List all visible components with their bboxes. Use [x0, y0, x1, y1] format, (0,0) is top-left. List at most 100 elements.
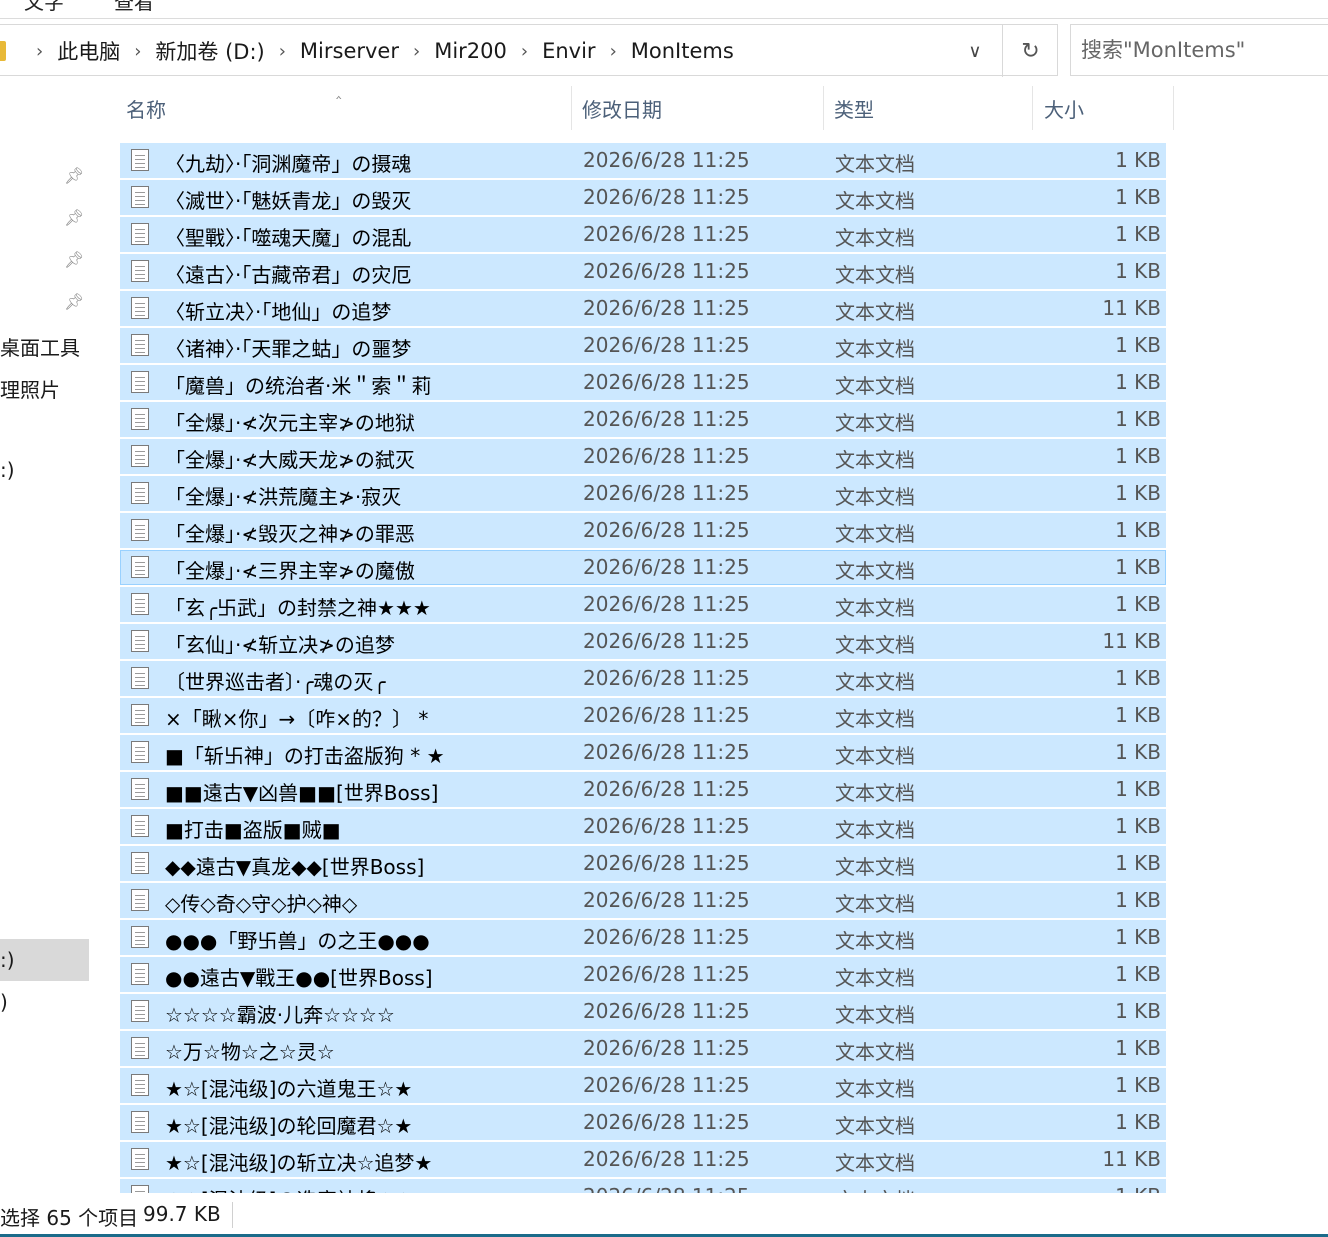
file-date: 2026/6/28 11:25 — [583, 370, 750, 394]
file-date: 2026/6/28 11:25 — [583, 444, 750, 468]
pin-icon[interactable]: 📌︎ — [64, 208, 84, 228]
address-bar[interactable]: › 此电脑 › 新加卷 (D:) › Mirserver › Mir200 › … — [0, 24, 1058, 77]
file-row[interactable]: ★☆[混沌级]の轮回魔君☆★ 2026/6/28 11:25 文本文档 1 KB — [120, 1105, 1166, 1140]
file-name: 「全爆」·≮洪荒魔主≯·寂灭 — [165, 485, 402, 509]
text-file-icon — [131, 852, 149, 874]
text-file-icon — [131, 593, 149, 615]
nav-item-photos[interactable]: 理照片 — [0, 374, 60, 403]
column-header-size[interactable]: 大小 — [1044, 86, 1174, 130]
search-input[interactable] — [1071, 25, 1323, 75]
file-size: 1 KB — [1115, 703, 1161, 727]
column-header-date[interactable]: 修改日期 — [582, 86, 822, 130]
pin-icon[interactable]: 📌︎ — [64, 292, 84, 312]
file-date: 2026/6/28 11:25 — [583, 296, 750, 320]
text-file-icon — [131, 223, 149, 245]
breadcrumb-envir[interactable]: Envir — [542, 39, 595, 63]
file-list[interactable]: 〈九劫〉·「洞渊魔帝」の摄魂 2026/6/28 11:25 文本文档 1 KB 〈滅世… — [120, 143, 1168, 1193]
breadcrumb-this-pc[interactable]: 此电脑 — [57, 36, 120, 66]
chevron-right-icon[interactable]: › — [521, 41, 528, 62]
file-row[interactable]: 〔世界巡击者〕·╭魂の灭╭ 2026/6/28 11:25 文本文档 1 KB — [120, 661, 1166, 696]
file-row[interactable]: 〈聖戰〉·「噬魂天魔」の混乱 2026/6/28 11:25 文本文档 1 KB — [120, 217, 1166, 252]
file-row[interactable]: ■打击■盗版■贼■ 2026/6/28 11:25 文本文档 1 KB — [120, 809, 1166, 844]
file-name: ■■遠古▼凶兽■■[世界Boss] — [165, 781, 439, 805]
file-type: 文本文档 — [835, 337, 915, 361]
breadcrumb-mir200[interactable]: Mir200 — [434, 39, 507, 63]
file-type: 文本文档 — [835, 855, 915, 879]
file-type: 文本文档 — [835, 374, 915, 398]
file-row[interactable]: 「魔兽」の统治者·米＂索＂莉 2026/6/28 11:25 文本文档 1 KB — [120, 365, 1166, 400]
file-size: 1 KB — [1115, 518, 1161, 542]
chevron-right-icon[interactable]: › — [36, 41, 43, 62]
search-box[interactable] — [1070, 24, 1328, 76]
file-name: 「全爆」·≮次元主宰≯の地狱 — [165, 411, 415, 435]
chevron-right-icon[interactable]: › — [134, 41, 141, 62]
file-row[interactable]: ×「瞅×你」→〔咋×的？〕 * 2026/6/28 11:25 文本文档 1 KB — [120, 698, 1166, 733]
file-type: 文本文档 — [835, 263, 915, 287]
pin-icon[interactable]: 📌︎ — [64, 166, 84, 186]
menu-bar: 文字 查看 — [0, 0, 1328, 19]
file-row[interactable]: 〈遠古〉·「古藏帝君」の灾厄 2026/6/28 11:25 文本文档 1 KB — [120, 254, 1166, 289]
chevron-right-icon[interactable]: › — [413, 41, 420, 62]
file-name: ■打击■盗版■贼■ — [165, 818, 341, 842]
file-row[interactable]: 「玄仙」·≮斩立决≯の追梦 2026/6/28 11:25 文本文档 11 KB — [120, 624, 1166, 659]
file-row[interactable]: ★☆[混沌级]の斩立决☆追梦★ 2026/6/28 11:25 文本文档 11 KB — [120, 1142, 1166, 1177]
file-row[interactable]: ★☆[混沌级]の造魔神将☆★ 2026/6/28 11:25 文本文档 1 KB — [120, 1179, 1166, 1193]
file-row[interactable]: ■■遠古▼凶兽■■[世界Boss] 2026/6/28 11:25 文本文档 1 KB — [120, 772, 1166, 807]
file-row[interactable]: 「全爆」·≮毁灭之神≯の罪恶 2026/6/28 11:25 文本文档 1 KB — [120, 513, 1166, 548]
nav-item-drive-b[interactable]: :) — [0, 948, 15, 972]
selection-count: 选择 65 个项目 — [0, 1206, 139, 1230]
chevron-right-icon[interactable]: › — [279, 41, 286, 62]
file-date: 2026/6/28 11:25 — [583, 1184, 750, 1193]
file-row[interactable]: 「全爆」·≮洪荒魔主≯·寂灭 2026/6/28 11:25 文本文档 1 KB — [120, 476, 1166, 511]
text-file-icon — [131, 260, 149, 282]
file-row[interactable]: ■「斩卐神」の打击盗版狗 * ★ 2026/6/28 11:25 文本文档 1 KB — [120, 735, 1166, 770]
file-row[interactable]: ☆万☆物☆之☆灵☆ 2026/6/28 11:25 文本文档 1 KB — [120, 1031, 1166, 1066]
file-row[interactable]: ◆◆遠古▼真龙◆◆[世界Boss] 2026/6/28 11:25 文本文档 1 KB — [120, 846, 1166, 881]
file-row[interactable]: 「全爆」·≮次元主宰≯の地狱 2026/6/28 11:25 文本文档 1 KB — [120, 402, 1166, 437]
file-row[interactable]: ●●●「野卐兽」の之王●●● 2026/6/28 11:25 文本文档 1 KB — [120, 920, 1166, 955]
file-date: 2026/6/28 11:25 — [583, 222, 750, 246]
file-name: 〔世界巡击者〕·╭魂の灭╭ — [165, 670, 386, 694]
file-name: 「魔兽」の统治者·米＂索＂莉 — [165, 374, 432, 398]
column-header-type[interactable]: 类型 — [834, 86, 1030, 130]
menu-item-text[interactable]: 文字 — [24, 0, 64, 15]
refresh-button[interactable]: ↻ — [1002, 25, 1058, 77]
pin-icon[interactable]: 📌︎ — [64, 250, 84, 270]
file-row[interactable]: 〈滅世〉·「魅妖青龙」の毁灭 2026/6/28 11:25 文本文档 1 KB — [120, 180, 1166, 215]
file-date: 2026/6/28 11:25 — [583, 925, 750, 949]
breadcrumb-drive-d[interactable]: 新加卷 (D:) — [155, 36, 264, 66]
file-name: 「全爆」·≮大威天龙≯の弑灭 — [165, 448, 415, 472]
chevron-down-icon[interactable]: ∨ — [960, 37, 990, 65]
column-divider[interactable] — [1032, 86, 1033, 130]
column-divider[interactable] — [571, 86, 572, 130]
file-row[interactable]: ☆☆☆☆霸波·儿奔☆☆☆☆ 2026/6/28 11:25 文本文档 1 KB — [120, 994, 1166, 1029]
file-name: 〈遠古〉·「古藏帝君」の灾厄 — [165, 263, 412, 287]
file-size: 1 KB — [1115, 1036, 1161, 1060]
text-file-icon — [131, 667, 149, 689]
file-row[interactable]: 〈斩立决〉·「地仙」の追梦 2026/6/28 11:25 文本文档 11 KB — [120, 291, 1166, 326]
column-divider[interactable] — [1173, 86, 1174, 130]
chevron-right-icon[interactable]: › — [610, 41, 617, 62]
text-file-icon — [131, 815, 149, 837]
folder-icon — [0, 41, 6, 61]
text-file-icon — [131, 297, 149, 319]
file-row[interactable]: 「玄╭卐武」の封禁之神★★★ 2026/6/28 11:25 文本文档 1 KB — [120, 587, 1166, 622]
breadcrumb-monitems[interactable]: MonItems — [631, 39, 734, 63]
file-row[interactable]: ★☆[混沌级]の六道鬼王☆★ 2026/6/28 11:25 文本文档 1 KB — [120, 1068, 1166, 1103]
column-header-name[interactable]: 名称 — [126, 86, 572, 130]
column-divider[interactable] — [823, 86, 824, 130]
nav-item-drive-c[interactable]: ) — [0, 990, 8, 1014]
file-row[interactable]: ●●遠古▼戰王●●[世界Boss] 2026/6/28 11:25 文本文档 1 KB — [120, 957, 1166, 992]
menu-item-view[interactable]: 查看 — [114, 0, 154, 15]
file-name: ☆万☆物☆之☆灵☆ — [165, 1040, 335, 1064]
file-date: 2026/6/28 11:25 — [583, 629, 750, 653]
file-row[interactable]: 「全爆」·≮大威天龙≯の弑灭 2026/6/28 11:25 文本文档 1 KB — [120, 439, 1166, 474]
file-name: 「全爆」·≮三界主宰≯の魔傲 — [165, 559, 415, 583]
nav-item-desktop-tools[interactable]: 桌面工具 — [0, 332, 80, 361]
file-row[interactable]: 「全爆」·≮三界主宰≯の魔傲 2026/6/28 11:25 文本文档 1 KB — [120, 550, 1166, 585]
file-row[interactable]: 〈诸神〉·「天罪之蛄」の噩梦 2026/6/28 11:25 文本文档 1 KB — [120, 328, 1166, 363]
breadcrumb-mirserver[interactable]: Mirserver — [300, 39, 399, 63]
file-row[interactable]: 〈九劫〉·「洞渊魔帝」の摄魂 2026/6/28 11:25 文本文档 1 KB — [120, 143, 1166, 178]
file-row[interactable]: ◇传◇奇◇守◇护◇神◇ 2026/6/28 11:25 文本文档 1 KB — [120, 883, 1166, 918]
nav-item-drive-a[interactable]: :) — [0, 458, 15, 482]
